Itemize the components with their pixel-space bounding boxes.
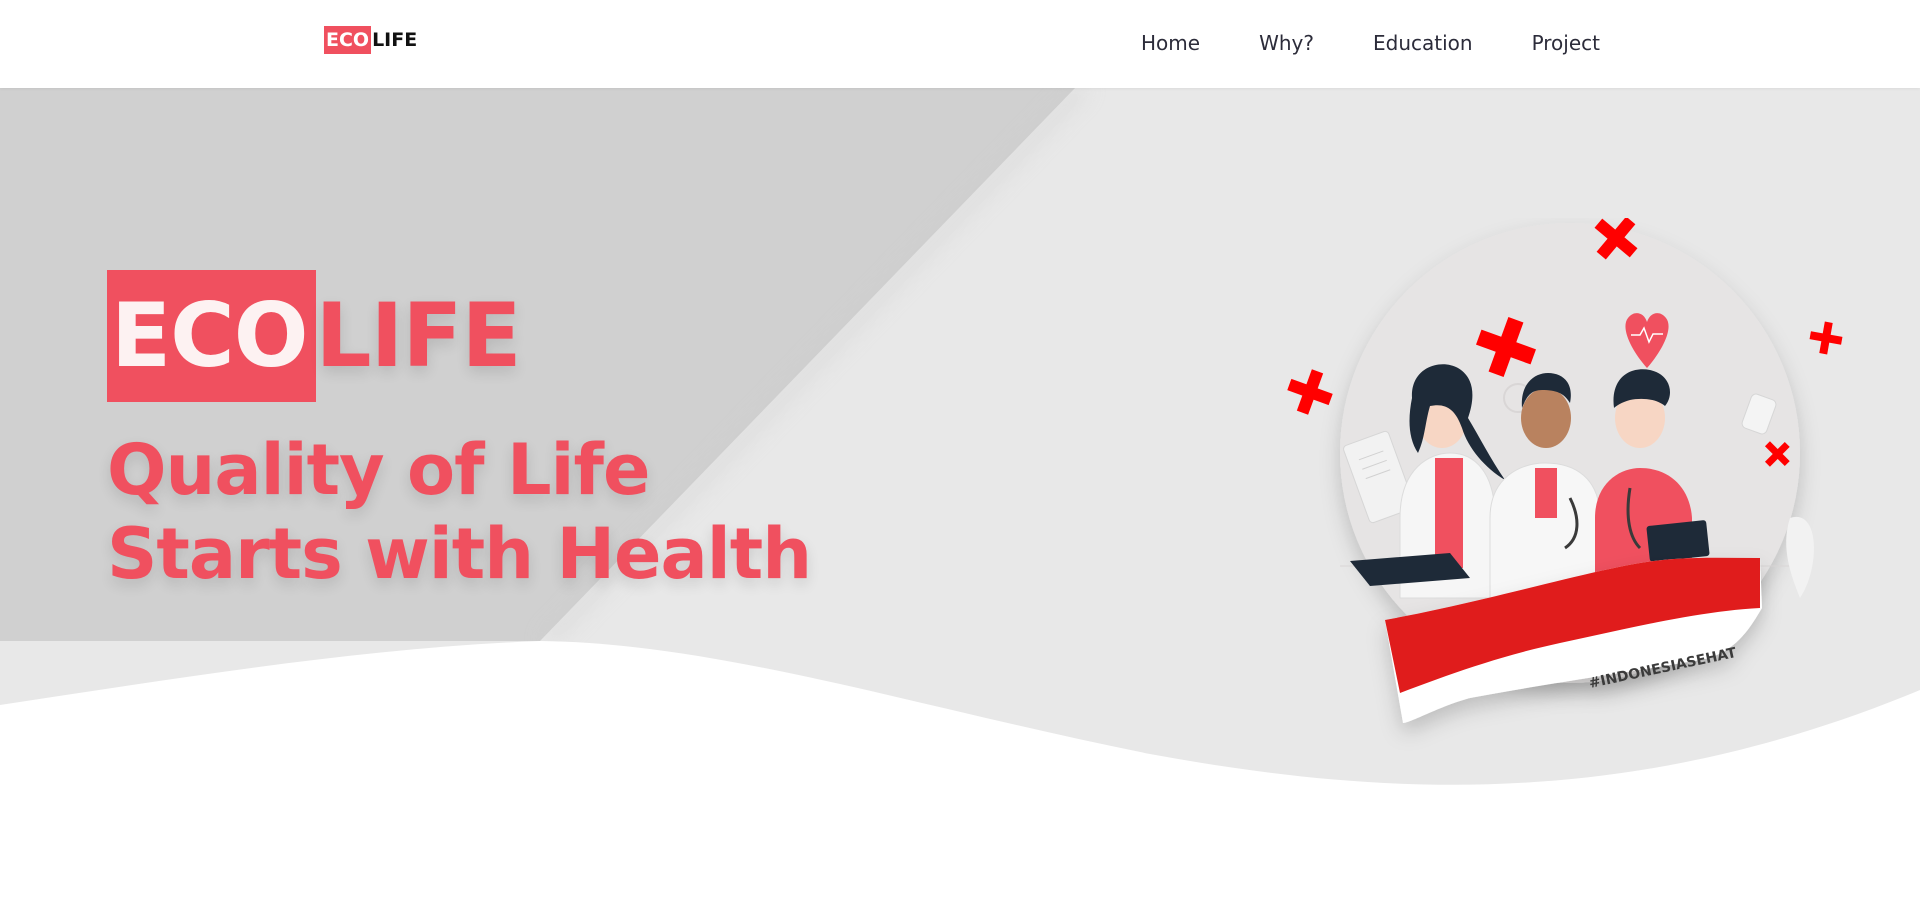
logo-eco: ECO [324, 26, 372, 54]
hero-brand-eco: ECO [107, 270, 316, 402]
red-cross-icon [1287, 369, 1333, 415]
logo-life: LIFE [372, 29, 418, 51]
nav-project[interactable]: Project [1532, 28, 1600, 58]
red-cross-icon [1809, 321, 1843, 355]
hero-tagline: Quality of Life Starts with Health [107, 429, 812, 595]
hero-section: ECO LIFE Quality of Life Starts with Heal… [0, 88, 1920, 916]
nav-education[interactable]: Education [1373, 28, 1473, 58]
main-nav: Home Why? Education Project [1141, 28, 1600, 58]
hero-brand-life: LIFE [315, 284, 522, 387]
health-workers-illustration: #INDONESIASEHAT [1287, 218, 1843, 723]
navbar: ECO LIFE Home Why? Education Project [0, 0, 1920, 88]
nav-why[interactable]: Why? [1259, 28, 1314, 58]
logo-link[interactable]: ECO LIFE [324, 26, 417, 54]
nav-home[interactable]: Home [1141, 28, 1200, 58]
hero-brand: ECO LIFE [107, 270, 522, 402]
